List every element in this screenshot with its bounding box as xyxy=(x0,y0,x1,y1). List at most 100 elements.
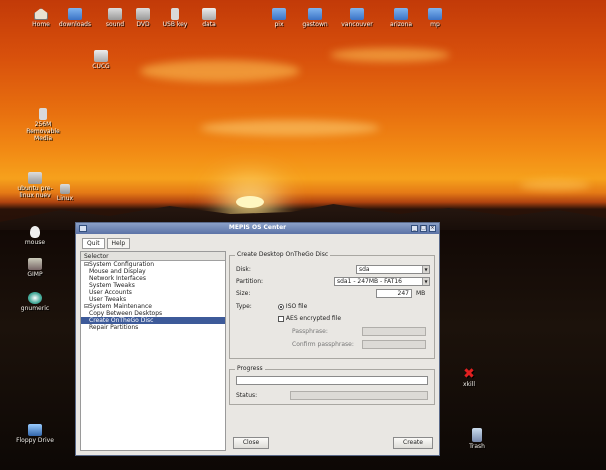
linux-icon xyxy=(60,184,70,194)
minimize-icon[interactable]: _ xyxy=(411,225,418,232)
chevron-down-icon: ▼ xyxy=(422,266,429,273)
hdd-icon xyxy=(28,172,42,184)
icon-label: mp xyxy=(430,21,440,28)
size-field[interactable]: 247 xyxy=(376,289,412,298)
size-label: Size: xyxy=(236,290,251,297)
disk-value: sda xyxy=(359,266,370,273)
passphrase-field[interactable] xyxy=(362,327,426,336)
icon-label: DVD xyxy=(136,21,150,28)
tree-item-label: System Configuration xyxy=(89,261,155,268)
create-button[interactable]: Create xyxy=(393,437,433,449)
tree-item-network-interfaces[interactable]: Network Interfaces xyxy=(81,275,225,282)
iso-radio[interactable]: ISO file xyxy=(278,303,307,311)
desktop-icon-xkill[interactable]: ✖ xkill xyxy=(446,367,492,388)
desktop-icon-trash[interactable]: Trash xyxy=(454,428,500,450)
mouse-icon xyxy=(30,226,40,238)
icon-label: mouse xyxy=(24,239,46,246)
passphrase-label: Passphrase: xyxy=(292,328,328,335)
confirm-passphrase-field[interactable] xyxy=(362,340,426,349)
aes-checkbox[interactable]: AES encrypted file xyxy=(278,315,341,323)
desktop-icon-removable-media[interactable]: 256M Removable Media xyxy=(20,108,66,142)
icon-label: data xyxy=(202,21,216,28)
status-field xyxy=(290,391,428,400)
maximize-icon[interactable]: □ xyxy=(420,225,427,232)
desktop-icon-data[interactable]: data xyxy=(186,8,232,28)
chevron-down-icon: ▼ xyxy=(422,278,429,285)
group-title: Create Desktop OnTheGo Disc xyxy=(235,251,331,259)
content-panel: Create Desktop OnTheGo Disc Disk: sda ▼ … xyxy=(229,251,437,451)
icon-label: pix xyxy=(274,21,284,28)
folder-icon xyxy=(394,8,408,20)
icon-label: CUCG xyxy=(92,63,110,70)
icon-label: arizona xyxy=(389,21,413,28)
progress-title: Progress xyxy=(235,365,265,373)
chat-icon xyxy=(28,292,42,304)
desktop-icon-floppy[interactable]: Floppy Drive xyxy=(12,424,58,444)
tree-item-system-tweaks[interactable]: System Tweaks xyxy=(81,282,225,289)
tree-item-system-maintenance[interactable]: ⊟System Maintenance xyxy=(81,303,225,310)
icon-label: Linux xyxy=(56,195,74,202)
confirm-passphrase-label: Confirm passphrase: xyxy=(292,341,354,348)
mepis-os-center-window: MEPIS OS Center _ □ × Quit Help Selector… xyxy=(75,222,440,456)
desktop-icon-gnumeric[interactable]: gnumeric xyxy=(12,292,58,312)
disk-select[interactable]: sda ▼ xyxy=(356,265,430,274)
drive-icon xyxy=(202,8,216,20)
icon-label: xkill xyxy=(462,381,476,388)
drive-icon xyxy=(94,50,108,62)
iso-label: ISO file xyxy=(285,303,308,310)
desktop: Home downloads sound DVD USB key data pi… xyxy=(0,0,606,470)
trash-icon xyxy=(472,428,482,442)
folder-icon xyxy=(272,8,286,20)
menu-help[interactable]: Help xyxy=(106,238,131,249)
aes-label: AES encrypted file xyxy=(285,315,342,322)
floppy-icon xyxy=(28,424,42,436)
partition-value: sda1 - 247MB - FAT16 xyxy=(337,278,402,285)
checkbox-icon xyxy=(278,315,284,322)
size-unit: MB xyxy=(416,290,426,297)
desktop-icon-vancouver[interactable]: vancouver xyxy=(334,8,380,28)
desktop-icon-linux[interactable]: Linux xyxy=(48,184,82,202)
icon-label: USB key xyxy=(162,21,188,28)
partition-select[interactable]: sda1 - 247MB - FAT16 ▼ xyxy=(334,277,430,286)
sun xyxy=(236,196,264,208)
selector-panel: Selector ⊟System Configuration Mouse and… xyxy=(80,251,226,451)
tree-item-repair-partitions[interactable]: Repair Partitions xyxy=(81,324,225,331)
status-label: Status: xyxy=(236,392,258,399)
close-button[interactable]: Close xyxy=(233,437,269,449)
window-titlebar[interactable]: MEPIS OS Center _ □ × xyxy=(76,223,439,234)
icon-label: Home xyxy=(32,21,50,28)
desktop-icon-mp[interactable]: mp xyxy=(412,8,458,28)
desktop-icon-gimp[interactable]: GIMP xyxy=(12,258,58,278)
gimp-icon xyxy=(28,258,42,270)
home-icon xyxy=(34,8,48,20)
tree-item-user-tweaks[interactable]: User Tweaks xyxy=(81,296,225,303)
cloud xyxy=(200,120,380,136)
folder-icon xyxy=(350,8,364,20)
tree-item-create-onthego-disc[interactable]: Create OnTheGo Disc xyxy=(81,317,225,324)
folder-icon xyxy=(68,8,82,20)
icon-label: gastown xyxy=(302,21,328,28)
create-disc-group: Create Desktop OnTheGo Disc Disk: sda ▼ … xyxy=(229,251,435,359)
partition-label: Partition: xyxy=(236,278,264,285)
cloud xyxy=(520,180,590,190)
menu-quit[interactable]: Quit xyxy=(82,238,105,249)
desktop-icon-gastown[interactable]: gastown xyxy=(292,8,338,28)
tree-item-copy-between-desktops[interactable]: Copy Between Desktops xyxy=(81,310,225,317)
usb-icon xyxy=(171,8,179,20)
desktop-icon-cucg[interactable]: CUCG xyxy=(78,50,124,70)
desktop-icon-mouse[interactable]: mouse xyxy=(12,226,58,246)
tree-item-user-accounts[interactable]: User Accounts xyxy=(81,289,225,296)
type-label: Type: xyxy=(236,303,252,310)
cloud xyxy=(330,48,450,62)
close-icon[interactable]: × xyxy=(429,225,436,232)
disk-label: Disk: xyxy=(236,266,251,273)
icon-label: vancouver xyxy=(341,21,373,28)
radio-checked-icon xyxy=(278,303,284,310)
tree-item-mouse-and-display[interactable]: Mouse and Display xyxy=(81,268,225,275)
selector-tree: ⊟System Configuration Mouse and Display … xyxy=(81,261,225,331)
menubar: Quit Help xyxy=(76,234,439,249)
icon-label: Trash xyxy=(469,443,485,450)
tree-item-label: System Maintenance xyxy=(89,303,152,310)
tree-item-system-configuration[interactable]: ⊟System Configuration xyxy=(81,261,225,268)
selector-header: Selector xyxy=(81,252,225,261)
